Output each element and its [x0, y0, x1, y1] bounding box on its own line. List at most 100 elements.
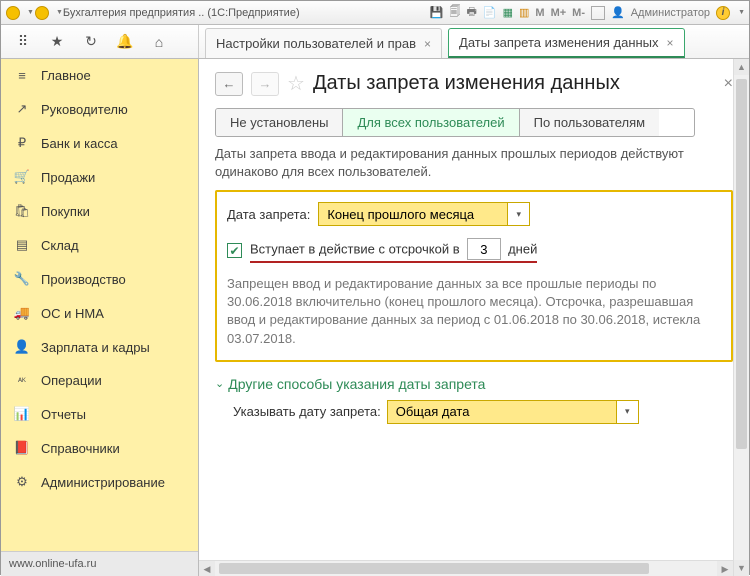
- print-icon[interactable]: 🖶: [466, 3, 476, 22]
- scroll-left-icon[interactable]: ◀: [199, 561, 215, 576]
- forward-button[interactable]: →: [251, 72, 279, 96]
- wrench-icon: 🔧: [13, 271, 31, 287]
- sidebar-item-sales[interactable]: 🛒Продажи: [1, 160, 198, 194]
- sidebar-item-manager[interactable]: ↗ Руководителю: [1, 92, 198, 126]
- sidebar-item-label: Зарплата и кадры: [41, 340, 150, 355]
- ruble-icon: ₽: [13, 135, 31, 151]
- user-icon: 👤: [611, 6, 625, 19]
- delay-days-input[interactable]: [467, 238, 501, 260]
- scroll-right-icon[interactable]: ▶: [717, 561, 733, 576]
- scroll-up-icon[interactable]: ▲: [734, 59, 749, 75]
- panel-toggle-icon[interactable]: [591, 6, 605, 20]
- content-header: ← → ☆ Даты запрета изменения данных ×: [215, 71, 733, 96]
- sidebar-item-label: ОС и НМА: [41, 306, 104, 321]
- scroll-thumb[interactable]: [736, 79, 747, 449]
- sidebar-item-main[interactable]: ≡Главное: [1, 59, 198, 92]
- tab-deny-dates[interactable]: Даты запрета изменения данных ×: [448, 28, 685, 58]
- chevron-down-icon[interactable]: ▾: [617, 400, 639, 424]
- star-icon[interactable]: ★: [49, 34, 65, 50]
- horizontal-scrollbar[interactable]: ◀ ▶: [199, 560, 733, 576]
- deny-info-text: Запрещен ввод и редактирование данных за…: [227, 275, 721, 348]
- sidebar-item-assets[interactable]: 🚚 ОС и НМА: [1, 296, 198, 330]
- calendar-icon[interactable]: ▦: [503, 6, 513, 19]
- bell-icon[interactable]: 🔔: [117, 34, 133, 50]
- mode-tab-none[interactable]: Не установлены: [216, 109, 343, 136]
- sidebar-item-production[interactable]: 🔧Производство: [1, 262, 198, 296]
- deny-date-label: Дата запрета:: [227, 207, 310, 222]
- delay-row: Вступает в действие с отсрочкой в дней: [250, 238, 537, 263]
- sidebar-item-bank[interactable]: ₽ Банк и касса: [1, 126, 198, 160]
- delay-checkbox[interactable]: ✔: [227, 243, 242, 258]
- mode-tab-all-users[interactable]: Для всех пользователей: [343, 109, 519, 136]
- mode-tab-by-user[interactable]: По пользователям: [520, 109, 659, 136]
- info-dropdown-icon[interactable]: ▼: [738, 9, 745, 16]
- sidebar-item-label: Банк и касса: [41, 136, 118, 151]
- chevron-down-icon: ⌄: [215, 377, 224, 390]
- orb-icon[interactable]: [34, 5, 50, 21]
- close-icon[interactable]: ×: [667, 36, 674, 50]
- sidebar-item-label: Администрирование: [41, 475, 165, 490]
- chevron-down-icon[interactable]: ▾: [508, 202, 530, 226]
- favorite-star-icon[interactable]: ☆: [287, 71, 305, 96]
- content: ← → ☆ Даты запрета изменения данных × Не…: [199, 59, 749, 576]
- sidebar-item-reports[interactable]: 📊Отчеты: [1, 397, 198, 431]
- chart-up-icon: ↗: [13, 101, 31, 117]
- other-ways-toggle[interactable]: ⌄ Другие способы указания даты запрета: [215, 376, 733, 392]
- info-icon[interactable]: i: [716, 6, 730, 20]
- page-title: Даты запрета изменения данных: [313, 72, 620, 95]
- sidebar-item-hr[interactable]: 👤 Зарплата и кадры: [1, 330, 198, 364]
- show-date-combo[interactable]: ▾: [387, 400, 639, 424]
- logo-dropdown-icon[interactable]: ▼: [27, 9, 34, 16]
- sidebar-footer: www.online-ufa.ru: [1, 551, 198, 576]
- barchart-icon: 📊: [13, 406, 31, 422]
- menu-icon: ≡: [13, 68, 31, 83]
- memory-mminus-icon[interactable]: M-: [572, 7, 585, 19]
- sidebar-item-refs[interactable]: 📕Справочники: [1, 431, 198, 465]
- orb-dropdown-icon[interactable]: ▼: [56, 9, 63, 16]
- toolbar: ⠿ ★ ↻ 🔔 ⌂ Настройки пользователей и прав…: [1, 25, 749, 59]
- tab-label: Даты запрета изменения данных: [459, 35, 658, 50]
- user-name[interactable]: Администратор: [631, 7, 710, 19]
- memory-m-icon[interactable]: M: [535, 7, 544, 19]
- show-date-label: Указывать дату запрета:: [233, 404, 381, 419]
- vertical-scrollbar[interactable]: ▲ ▼: [733, 59, 749, 576]
- deny-date-input[interactable]: [318, 202, 508, 226]
- home-icon[interactable]: ⌂: [151, 34, 167, 50]
- calculator-icon[interactable]: ▥: [519, 6, 529, 19]
- print-preview-icon[interactable]: 🗐: [449, 3, 460, 22]
- scroll-down-icon[interactable]: ▼: [734, 560, 749, 576]
- operations-icon: ᴬᴷ: [13, 376, 31, 386]
- sidebar-item-label: Склад: [41, 238, 79, 253]
- cart-icon: 🛒: [13, 169, 31, 185]
- show-date-input[interactable]: [387, 400, 617, 424]
- scroll-thumb[interactable]: [219, 563, 649, 574]
- toolbar-left: ⠿ ★ ↻ 🔔 ⌂: [1, 25, 199, 58]
- settings-frame: Дата запрета: ▾ ✔ Вступает в действие с …: [215, 190, 733, 362]
- truck-icon: 🚚: [13, 305, 31, 321]
- other-ways-label: Другие способы указания даты запрета: [228, 376, 485, 392]
- mode-description: Даты запрета ввода и редактирования данн…: [215, 145, 733, 180]
- sidebar-item-admin[interactable]: ⚙ Администрирование: [1, 465, 198, 499]
- tab-settings-users[interactable]: Настройки пользователей и прав ×: [205, 28, 442, 58]
- close-icon[interactable]: ×: [424, 37, 431, 51]
- sidebar-item-label: Операции: [41, 373, 102, 388]
- tab-label: Настройки пользователей и прав: [216, 36, 416, 51]
- gear-icon: ⚙: [13, 474, 31, 490]
- apps-grid-icon[interactable]: ⠿: [15, 34, 31, 50]
- history-icon[interactable]: ↻: [83, 34, 99, 50]
- save-icon[interactable]: 💾: [430, 6, 444, 19]
- close-icon[interactable]: ×: [724, 75, 733, 93]
- compare-icon[interactable]: 📄: [483, 6, 497, 19]
- tab-bar: Настройки пользователей и прав × Даты за…: [199, 25, 749, 58]
- sidebar-item-label: Справочники: [41, 441, 120, 456]
- deny-date-combo[interactable]: ▾: [318, 202, 530, 226]
- sidebar-item-warehouse[interactable]: ▤Склад: [1, 228, 198, 262]
- sidebar-item-label: Руководителю: [41, 102, 128, 117]
- memory-mplus-icon[interactable]: M+: [551, 7, 567, 19]
- back-button[interactable]: ←: [215, 72, 243, 96]
- sidebar-item-operations[interactable]: ᴬᴷ Операции: [1, 364, 198, 397]
- sidebar-item-purchases[interactable]: 🛍Покупки: [1, 194, 198, 228]
- person-icon: 👤: [13, 339, 31, 355]
- logo-1c-icon: [5, 5, 21, 21]
- mode-tabs: Не установлены Для всех пользователей По…: [215, 108, 695, 137]
